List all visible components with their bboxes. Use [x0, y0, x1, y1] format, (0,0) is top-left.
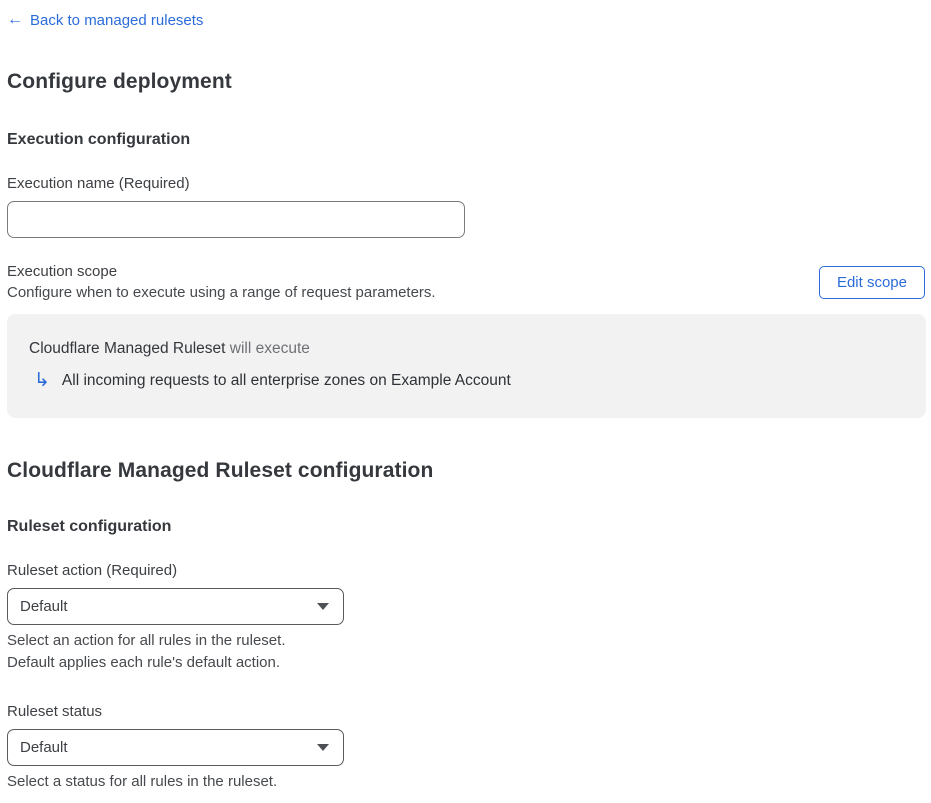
scope-summary-detail: All incoming requests to all enterprise … [61, 371, 511, 389]
scope-summary-line2: ↳ All incoming requests to all enterpris… [29, 371, 904, 390]
execution-name-input[interactable] [7, 201, 465, 238]
edit-scope-button[interactable]: Edit scope [818, 265, 925, 299]
scope-summary-line1: Cloudflare Managed Ruleset will execute [29, 340, 904, 358]
ruleset-action-label: Ruleset action (Required) [7, 562, 178, 579]
ruleset-status-help: Select a status for all rules in the rul… [7, 771, 925, 793]
ruleset-action-help: Select an action for all rules in the ru… [7, 630, 925, 674]
chevron-down-icon [317, 603, 329, 610]
ruleset-status-help-line1: Select a status for all rules in the rul… [7, 773, 278, 790]
ruleset-action-select[interactable]: Default [7, 588, 344, 625]
page-title: Configure deployment [7, 70, 232, 93]
execution-name-label: Execution name (Required) [7, 175, 190, 192]
ruleset-action-help-line2: Default applies each rule's default acti… [7, 654, 281, 671]
execution-configuration-heading: Execution configuration [7, 131, 191, 148]
scope-ruleset-name: Cloudflare Managed Ruleset [29, 340, 226, 357]
execution-scope-row: Execution scope Configure when to execut… [7, 263, 925, 301]
scope-summary-panel: Cloudflare Managed Ruleset will execute … [7, 314, 926, 418]
ruleset-status-label: Ruleset status [7, 703, 103, 720]
back-link-label: Back to managed rulesets [30, 11, 204, 29]
branch-arrow-icon: ↳ [34, 370, 50, 391]
ruleset-action-help-line1: Select an action for all rules in the ru… [7, 632, 286, 649]
ruleset-action-selected-value: Default [20, 598, 68, 615]
scope-summary-suffix: will execute [225, 340, 310, 357]
back-to-managed-rulesets-link[interactable]: ← Back to managed rulesets [7, 12, 203, 29]
execution-scope-description: Configure when to execute using a range … [7, 284, 436, 301]
ruleset-status-group: Ruleset status Default Select a status f… [7, 703, 925, 793]
ruleset-status-select[interactable]: Default [7, 729, 344, 766]
ruleset-configuration-heading: Cloudflare Managed Ruleset configuration [7, 459, 434, 482]
back-arrow-icon: ← [7, 11, 23, 28]
configure-deployment-page: ← Back to managed rulesets Configure dep… [0, 0, 931, 803]
ruleset-configuration-subheading: Ruleset configuration [7, 518, 172, 535]
ruleset-status-selected-value: Default [20, 739, 68, 756]
chevron-down-icon [317, 744, 329, 751]
execution-scope-label: Execution scope [7, 263, 118, 280]
execution-scope-text: Execution scope Configure when to execut… [7, 263, 436, 301]
